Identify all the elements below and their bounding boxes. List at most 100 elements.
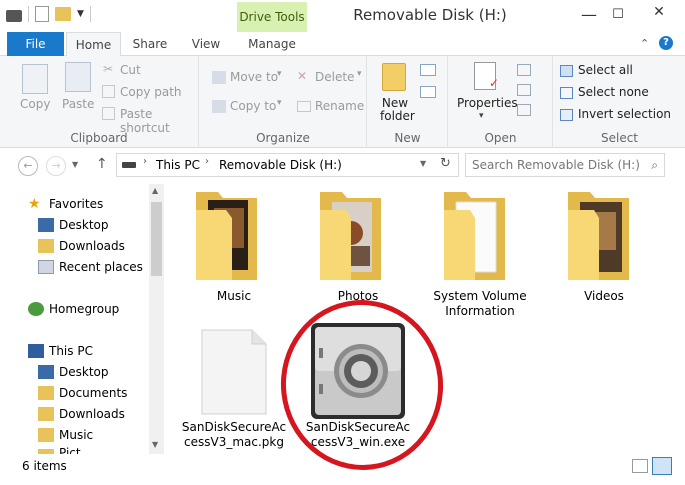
edit-icon[interactable] (517, 84, 531, 96)
nav-pc-pictures[interactable]: Pict (59, 446, 81, 454)
file-label[interactable]: Music (194, 289, 274, 304)
refresh-icon[interactable]: ↻ (440, 156, 451, 171)
new-item-icon[interactable] (420, 64, 436, 76)
select-all-button[interactable]: Select all (578, 63, 633, 77)
address-dropdown-icon[interactable]: ▼ (420, 159, 426, 168)
nav-fav-desktop[interactable]: Desktop (59, 215, 109, 235)
nav-this-pc[interactable]: This PC (49, 341, 93, 361)
invert-selection-icon (560, 109, 573, 121)
details-view-icon[interactable] (632, 459, 648, 473)
nav-scrollbar[interactable]: ▲ ▼ (149, 184, 164, 454)
rename-icon (297, 101, 311, 112)
drive-icon (6, 10, 22, 22)
select-none-icon (560, 87, 573, 99)
folder-system-volume-icon[interactable] (442, 188, 508, 286)
desktop-icon (38, 365, 54, 379)
search-placeholder: Search Removable Disk (H:) (472, 158, 640, 172)
folder-music-icon[interactable] (194, 188, 260, 286)
rename-button[interactable]: Rename (315, 99, 364, 113)
close-button[interactable]: ✕ (636, 1, 682, 23)
open-icon[interactable] (517, 64, 531, 76)
properties-icon[interactable] (35, 6, 49, 22)
search-input[interactable]: Search Removable Disk (H:) ⌕ (465, 153, 665, 177)
chevron-down-icon: ▾ (479, 111, 484, 121)
nav-favorites[interactable]: Favorites (49, 194, 103, 214)
star-icon: ★ (28, 196, 41, 212)
file-label[interactable]: System Volume Information (432, 289, 528, 319)
delete-button[interactable]: Delete (315, 70, 354, 84)
minimize-button[interactable]: — (575, 4, 603, 26)
move-to-button[interactable]: Move to (230, 70, 278, 84)
breadcrumb-removable-disk[interactable]: Removable Disk (H:) (219, 158, 342, 172)
invert-selection-button[interactable]: Invert selection (578, 107, 671, 121)
group-label: Open (484, 131, 517, 145)
select-none-button[interactable]: Select none (578, 85, 649, 99)
large-icons-view-icon[interactable] (652, 457, 672, 475)
chevron-down-icon: ▾ (357, 69, 362, 79)
properties-button[interactable]: Properties (457, 96, 518, 110)
history-icon[interactable] (517, 104, 531, 116)
breadcrumb-this-pc[interactable]: This PC (156, 158, 200, 172)
select-all-icon (560, 65, 573, 77)
navigation-pane: ★ Favorites Desktop Downloads Recent pla… (0, 184, 166, 454)
pkg-file-icon[interactable] (200, 328, 268, 416)
nav-pc-desktop[interactable]: Desktop (59, 362, 109, 382)
quick-access-toolbar: ▼ (6, 6, 91, 22)
easy-access-icon[interactable] (420, 86, 436, 98)
group-label: New (394, 131, 421, 145)
forward-button[interactable]: → (46, 156, 66, 176)
drive-icon (122, 162, 136, 168)
pictures-icon (38, 449, 54, 454)
nav-homegroup[interactable]: Homegroup (49, 299, 119, 319)
nav-pc-downloads[interactable]: Downloads (59, 404, 125, 424)
new-folder-icon[interactable] (55, 7, 71, 21)
recent-locations-icon[interactable]: ▼ (72, 160, 78, 169)
folder-videos-icon[interactable] (566, 188, 632, 286)
qat-dropdown-icon[interactable]: ▼ (77, 9, 84, 19)
paste-shortcut-icon (102, 107, 115, 120)
scroll-down-icon[interactable]: ▼ (152, 440, 158, 449)
nav-pc-documents[interactable]: Documents (59, 383, 127, 403)
address-bar[interactable]: › This PC › Removable Disk (H:) ▼ ↻ (116, 153, 459, 177)
nav-fav-recent-places[interactable]: Recent places (59, 257, 143, 277)
chevron-right-icon: › (205, 156, 209, 167)
cut-button[interactable]: Cut (120, 63, 141, 77)
ribbon: Copy Paste ✂ Cut Copy path Paste shortcu… (0, 56, 685, 148)
recent-places-icon (38, 260, 54, 274)
scroll-up-icon[interactable]: ▲ (152, 186, 158, 195)
chevron-right-icon: › (143, 156, 147, 167)
nav-fav-downloads[interactable]: Downloads (59, 236, 125, 256)
tab-view[interactable]: View (183, 32, 229, 56)
downloads-icon (38, 407, 54, 421)
window-title: Removable Disk (H:) (353, 6, 507, 24)
copy-to-button[interactable]: Copy to (230, 99, 276, 113)
chevron-down-icon: ▾ (277, 69, 282, 79)
downloads-icon (38, 239, 54, 253)
up-button[interactable]: ↑ (96, 156, 108, 172)
move-to-icon (212, 71, 226, 84)
new-folder-icon (382, 63, 406, 91)
collapse-ribbon-icon[interactable]: ⌃ (640, 37, 649, 50)
scrollbar-thumb[interactable] (151, 202, 162, 276)
nav-pc-music[interactable]: Music (59, 425, 93, 445)
tab-share[interactable]: Share (128, 32, 172, 56)
file-label[interactable]: Videos (566, 289, 642, 304)
tab-home[interactable]: Home (66, 32, 121, 57)
back-button[interactable]: ← (18, 156, 38, 176)
folder-photos-icon[interactable] (318, 188, 384, 286)
maximize-button[interactable]: ☐ (604, 4, 632, 26)
status-bar: 6 items (0, 456, 685, 485)
copy-path-button[interactable]: Copy path (120, 85, 182, 99)
tab-file[interactable]: File (7, 32, 64, 56)
new-folder-button[interactable]: New folder (380, 97, 415, 123)
file-label-line: cessV3_mac.pkg (184, 435, 284, 449)
copy-button[interactable]: Copy (20, 97, 50, 111)
group-clipboard: Copy Paste ✂ Cut Copy path Paste shortcu… (0, 56, 199, 148)
tab-manage[interactable]: Manage (240, 32, 304, 56)
explorer-window: ▼ Drive Tools Removable Disk (H:) — ☐ ✕ … (0, 0, 685, 485)
paste-button[interactable]: Paste (62, 97, 94, 111)
title-bar: ▼ Drive Tools Removable Disk (H:) — ☐ ✕ (0, 0, 685, 32)
separator (89, 6, 91, 22)
help-icon[interactable]: ? (659, 36, 673, 50)
file-label-mac-pkg[interactable]: SanDiskSecureAc cessV3_mac.pkg (180, 420, 288, 450)
